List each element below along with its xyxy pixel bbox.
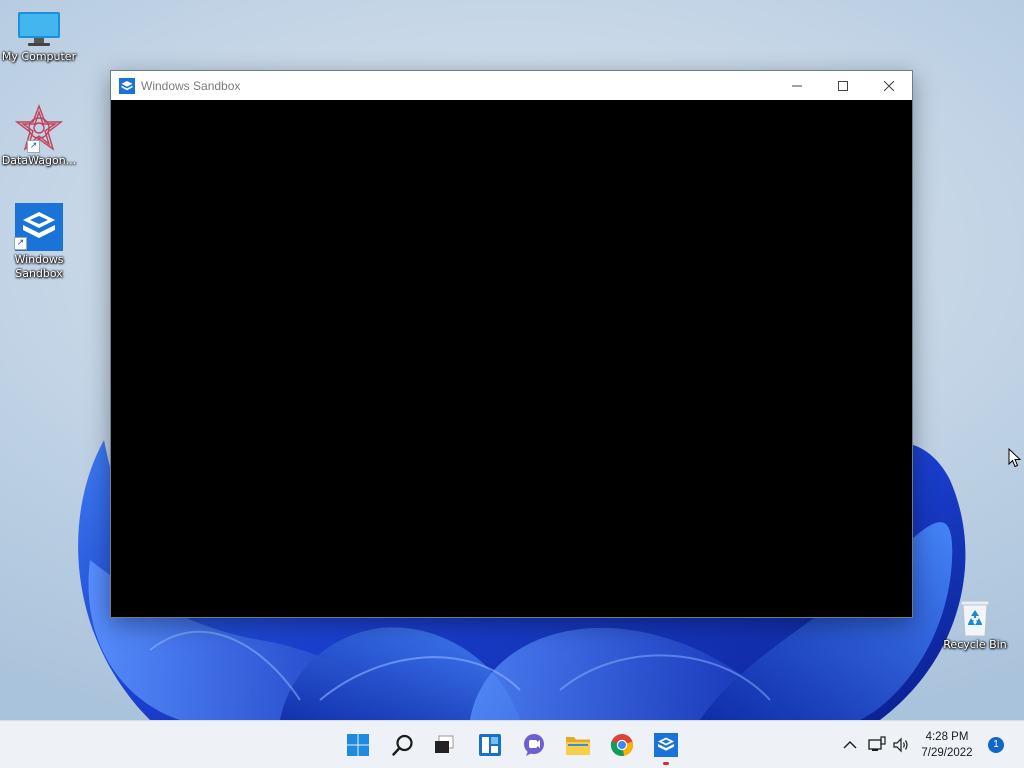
desktop-icon-my-computer[interactable]: My Computer <box>1 8 77 64</box>
close-button[interactable] <box>866 71 912 100</box>
volume-icon <box>893 737 908 753</box>
chat-button[interactable] <box>518 729 550 761</box>
running-indicator <box>663 762 669 765</box>
desktop-icon-label: DataWagon... <box>1 154 77 167</box>
clock-time: 4:28 PM <box>925 731 969 743</box>
task-view-button[interactable] <box>428 729 460 761</box>
desktop-icon-recycle-bin[interactable]: Recycle Bin <box>937 598 1013 652</box>
network-icon <box>868 736 886 751</box>
chrome-button[interactable] <box>606 729 638 761</box>
desktop: My Computer ↗ DataWagon... ↗ Windows San… <box>0 0 1024 720</box>
sandbox-display-area[interactable] <box>111 100 912 617</box>
widgets-button[interactable] <box>474 729 506 761</box>
widgets-icon <box>479 734 501 756</box>
sandbox-icon <box>654 733 678 757</box>
windows-logo-icon <box>347 734 369 756</box>
folder-icon <box>566 737 590 755</box>
chat-icon <box>524 734 544 756</box>
desktop-icon-label: My Computer <box>1 50 77 63</box>
monitor-icon <box>18 12 60 46</box>
network-button[interactable] <box>867 735 887 755</box>
volume-button[interactable] <box>891 735 911 755</box>
search-button[interactable] <box>387 729 419 761</box>
search-icon <box>392 734 413 756</box>
recycle-bin-icon <box>960 600 990 637</box>
desktop-icon-windows-sandbox[interactable]: ↗ Windows Sandbox <box>1 203 77 281</box>
shortcut-arrow-icon: ↗ <box>14 237 27 250</box>
task-view-icon <box>435 735 454 753</box>
close-icon <box>884 80 894 91</box>
shortcut-arrow-icon: ↗ <box>27 140 40 153</box>
desktop-icon-label: Recycle Bin <box>943 638 1007 651</box>
clock-date: 7/29/2022 <box>921 747 973 759</box>
window-title: Windows Sandbox <box>141 78 241 93</box>
minimize-icon <box>792 85 802 86</box>
show-hidden-icons-button[interactable] <box>840 735 860 755</box>
windows-sandbox-taskbar-button[interactable] <box>650 729 682 765</box>
maximize-icon <box>838 80 848 91</box>
windows-sandbox-window[interactable]: Windows Sandbox <box>110 70 913 618</box>
start-button[interactable] <box>342 729 374 761</box>
desktop-icon-datawagon[interactable]: ↗ DataWagon... <box>1 104 77 168</box>
chevron-up-icon <box>843 741 857 749</box>
minimize-button[interactable] <box>774 71 820 100</box>
caption-buttons <box>774 71 912 100</box>
window-titlebar[interactable]: Windows Sandbox <box>111 71 912 100</box>
taskbar: 4:28 PM 7/29/2022 1 <box>0 720 1024 768</box>
sandbox-icon <box>119 77 135 94</box>
notification-badge[interactable]: 1 <box>988 737 1004 753</box>
desktop-icon-label: Windows Sandbox <box>14 253 64 280</box>
file-explorer-button[interactable] <box>562 729 594 761</box>
maximize-button[interactable] <box>820 71 866 100</box>
clock[interactable]: 4:28 PM 7/29/2022 <box>914 729 980 761</box>
mouse-cursor-icon <box>1008 448 1022 468</box>
chrome-icon <box>610 734 634 757</box>
